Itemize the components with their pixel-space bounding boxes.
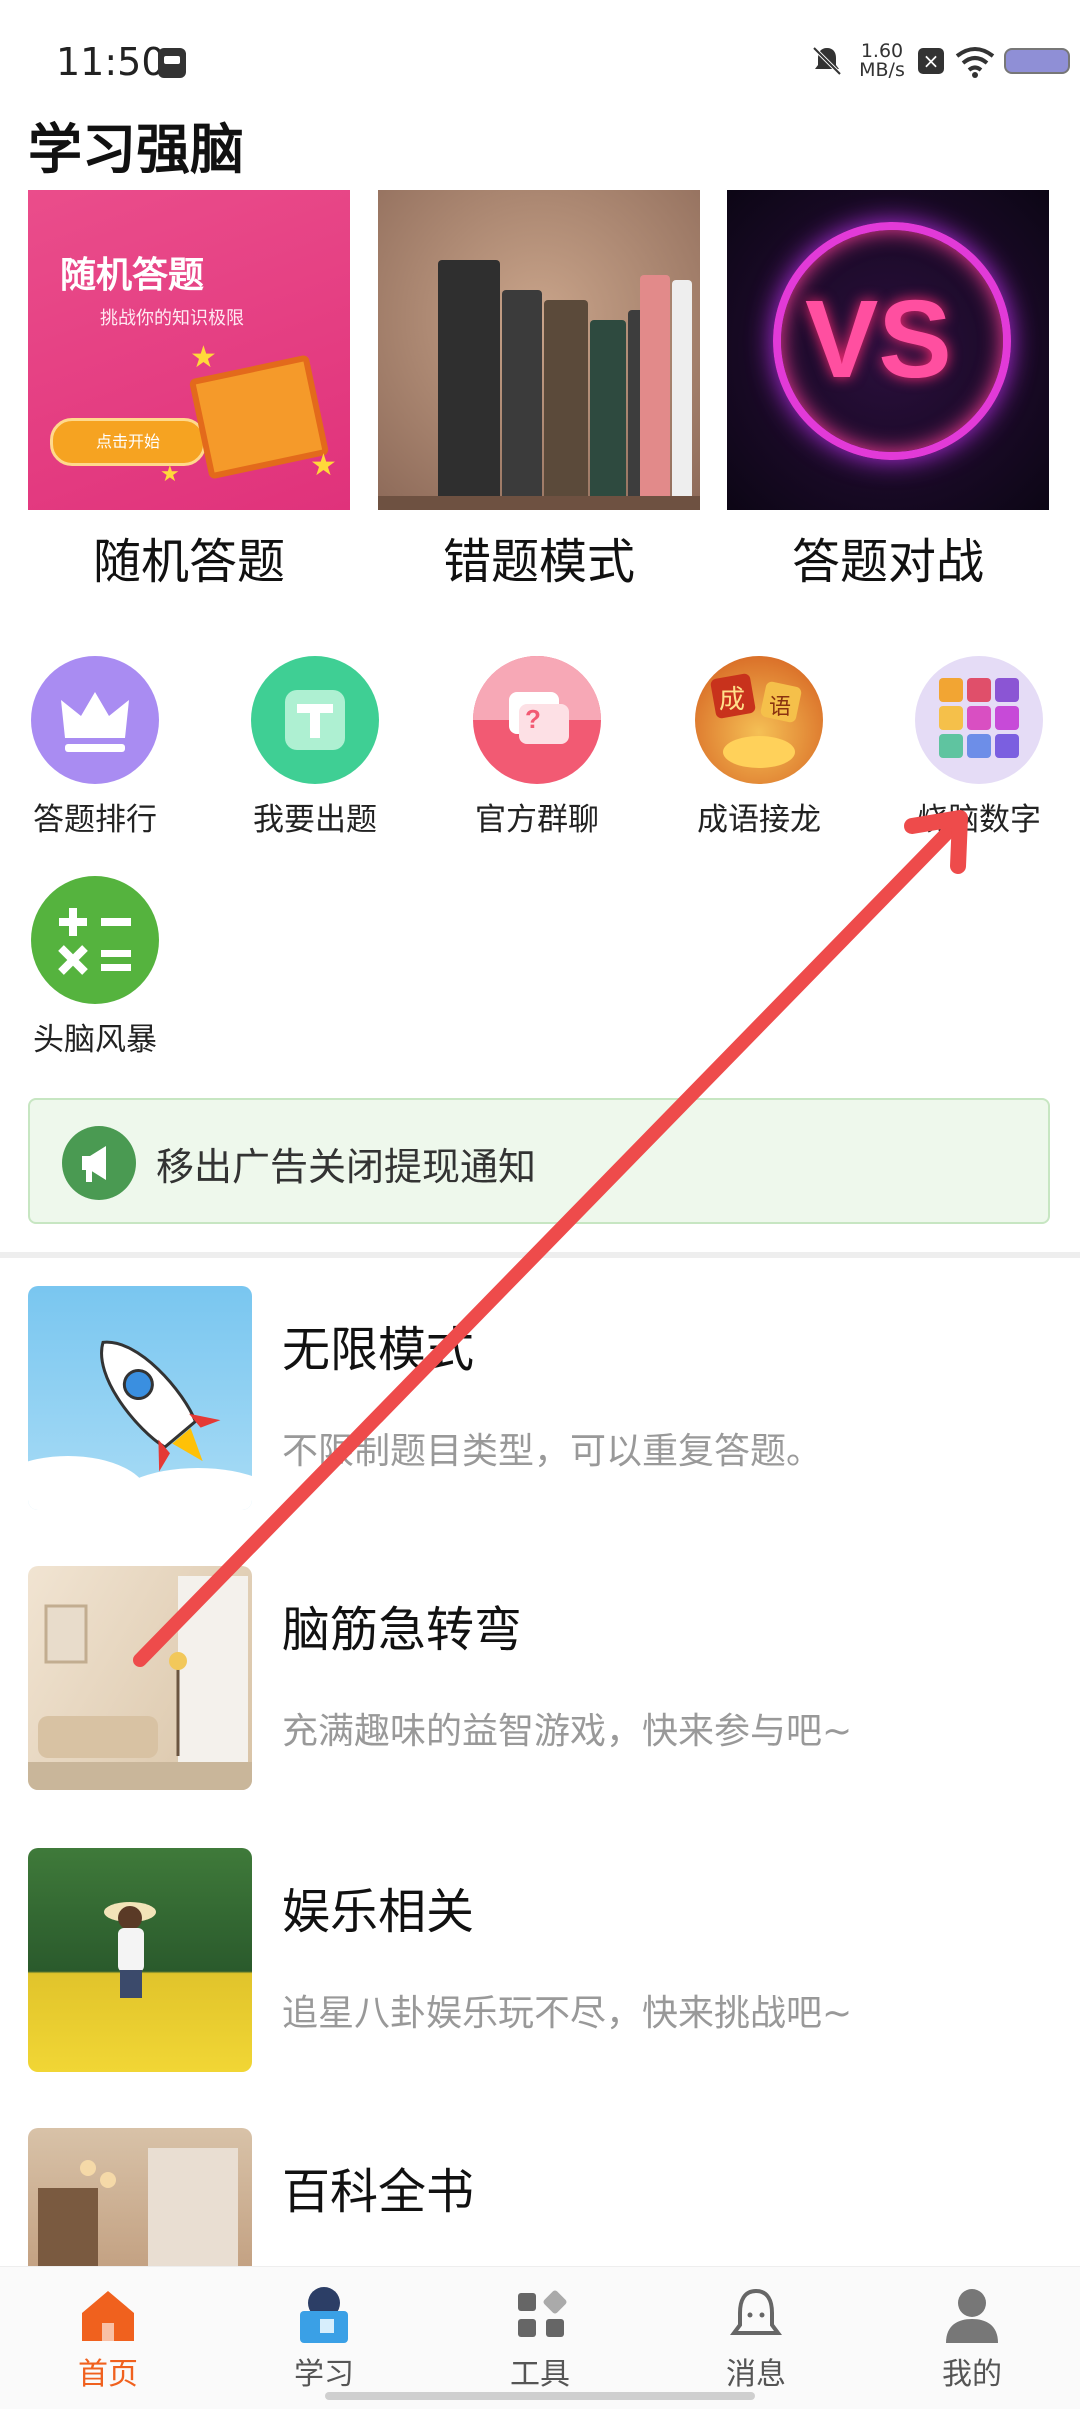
list-item-desc: 不限制题目类型，可以重复答题。	[282, 1431, 823, 1472]
section-divider	[0, 1252, 1080, 1258]
idiom-char: 成	[719, 685, 745, 715]
book-spine	[672, 280, 692, 510]
chat-question-icon: ?	[473, 656, 601, 784]
grid-item-label: 官方群聊	[475, 802, 599, 838]
nav-study[interactable]: 学习	[244, 2285, 404, 2393]
grid-item-label: 烧脑数字	[917, 802, 1041, 838]
t-letter-icon	[251, 656, 379, 784]
idiom-char: 语	[769, 695, 791, 720]
nav-label: 学习	[294, 2357, 354, 2392]
megaphone-icon	[62, 1126, 136, 1200]
grid-item-label: 我要出题	[253, 802, 377, 838]
banner-quiz-battle[interactable]: VS 答题对战	[727, 190, 1049, 592]
home-icon	[76, 2285, 140, 2345]
svg-text:?: ?	[525, 704, 541, 734]
nav-home[interactable]: 首页	[28, 2285, 188, 2393]
list-item-infinite-mode[interactable]: 无限模式 不限制题目类型，可以重复答题。	[28, 1286, 1058, 1512]
grid-item-label: 成语接龙	[697, 802, 821, 838]
net-speed: 1.60 MB/s	[857, 42, 907, 80]
nav-label: 消息	[726, 2357, 786, 2392]
books-image	[378, 190, 700, 510]
close-box-icon: ×	[918, 48, 944, 74]
notice-text: 移出广告关闭提现通知	[156, 1145, 537, 1189]
star-icon: ★	[310, 448, 337, 483]
study-avatar-icon	[292, 2285, 356, 2345]
status-bar: 11:50 1.60 MB/s ×	[0, 0, 1080, 110]
list-item-title: 无限模式	[282, 1322, 475, 1378]
banner-art-subtitle: 挑战你的知识极限	[100, 308, 244, 329]
home-indicator[interactable]	[325, 2392, 755, 2400]
flower-field-thumbnail	[28, 1848, 252, 2072]
grid-item-brain-numbers[interactable]: 烧脑数字	[884, 656, 1074, 839]
vs-text: VS	[805, 278, 952, 401]
living-room-thumbnail	[28, 1566, 252, 1790]
star-icon: ★	[190, 340, 217, 375]
list-item-title: 娱乐相关	[282, 1884, 475, 1940]
list-item-title: 脑筋急转弯	[282, 1602, 523, 1658]
banner-art-button: 点击开始	[50, 418, 206, 466]
rocket-thumbnail	[28, 1286, 252, 1510]
nav-label: 工具	[510, 2357, 570, 2392]
banner-caption: 错题模式	[442, 534, 635, 590]
shelf	[378, 496, 700, 510]
idiom-ingot-icon: 成 语	[695, 656, 823, 784]
list-item-brain-teaser[interactable]: 脑筋急转弯 充满趣味的益智游戏，快来参与吧~	[28, 1566, 1058, 1792]
list-item-entertainment[interactable]: 娱乐相关 追星八卦娱乐玩不尽，快来挑战吧~	[28, 1848, 1058, 2074]
list-item-title: 百科全书	[282, 2164, 475, 2220]
nav-label: 我的	[942, 2357, 1002, 2392]
page-title: 学习强脑	[28, 118, 244, 181]
star-icon: ★	[160, 462, 180, 487]
banner-random-quiz-image: 随机答题 挑战你的知识极限 点击开始 ★ ★ ★	[28, 190, 350, 510]
banner-art-title: 随机答题	[60, 254, 205, 296]
crown-icon	[31, 656, 159, 784]
bell-icon	[724, 2285, 788, 2345]
nav-tools[interactable]: 工具	[460, 2285, 620, 2393]
book-spine	[640, 275, 670, 510]
tools-grid-icon	[508, 2285, 572, 2345]
bottom-navigation: 首页 学习 工具 消息 我的	[0, 2266, 1080, 2409]
book-spine	[544, 300, 588, 510]
wifi-icon	[955, 47, 995, 78]
math-operators-icon	[31, 876, 159, 1004]
person-icon	[940, 2285, 1004, 2345]
list-item-desc: 充满趣味的益智游戏，快来参与吧~	[282, 1711, 853, 1752]
bell-muted-icon	[812, 46, 842, 76]
battery-icon	[1004, 48, 1070, 74]
sim-card-icon	[158, 48, 186, 78]
grid-item-label: 头脑风暴	[33, 1022, 157, 1058]
banner-wrong-questions[interactable]: 错题模式	[378, 190, 700, 592]
ad-notice-banner[interactable]: 移出广告关闭提现通知	[28, 1098, 1050, 1224]
book-spine	[502, 290, 542, 510]
nav-label: 首页	[78, 2357, 138, 2392]
list-item-desc: 追星八卦娱乐玩不尽，快来挑战吧~	[282, 1993, 853, 2034]
banner-caption: 答题对战	[791, 534, 984, 590]
book-spine	[438, 260, 500, 510]
grid-item-label: 答题排行	[33, 802, 157, 838]
book-spine	[590, 320, 626, 510]
grid-item-create-question[interactable]: 我要出题	[220, 656, 410, 839]
grid-item-ranking[interactable]: 答题排行	[0, 656, 190, 839]
banner-caption: 随机答题	[92, 534, 285, 590]
nav-profile[interactable]: 我的	[892, 2285, 1052, 2393]
status-time: 11:50	[56, 40, 166, 84]
net-speed-unit: MB/s	[859, 59, 905, 81]
banner-random-quiz[interactable]: 随机答题 挑战你的知识极限 点击开始 ★ ★ ★ 随机答题	[28, 190, 350, 592]
nav-messages[interactable]: 消息	[676, 2285, 836, 2393]
grid-item-idiom-chain[interactable]: 成 语 成语接龙	[664, 656, 854, 839]
color-grid-icon	[915, 656, 1043, 784]
grid-item-official-group[interactable]: ? 官方群聊	[442, 656, 632, 839]
grid-item-brainstorm[interactable]: 头脑风暴	[0, 876, 190, 1059]
vs-image: VS	[727, 190, 1049, 510]
